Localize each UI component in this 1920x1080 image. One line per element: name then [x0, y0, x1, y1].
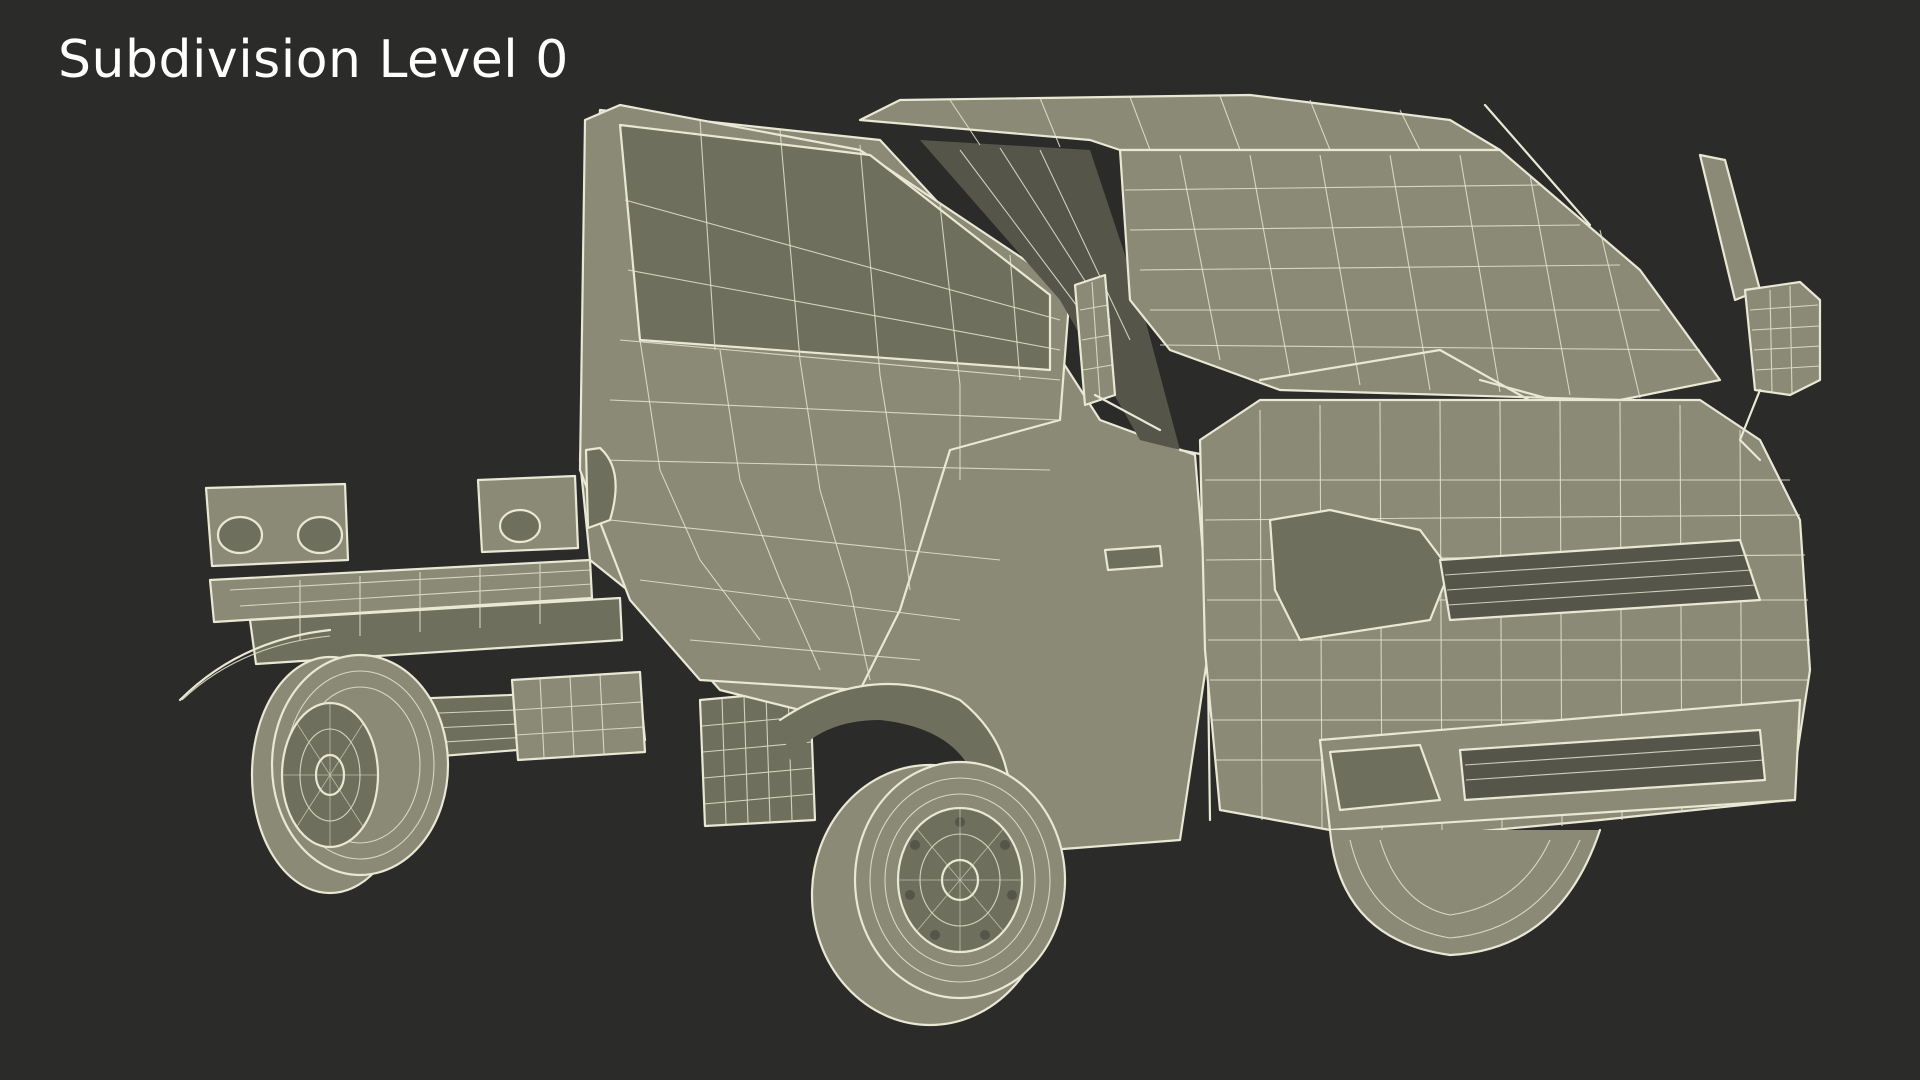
front-left-wheel: [810, 760, 1067, 1027]
front-right-wheel: [1328, 828, 1602, 957]
rear-wheel: [250, 653, 450, 895]
truck-wireframe-render: [178, 93, 1822, 1027]
subdivision-level-label: Subdivision Level 0: [58, 30, 569, 90]
render-viewport: Subdivision Level 0: [0, 0, 1920, 1080]
